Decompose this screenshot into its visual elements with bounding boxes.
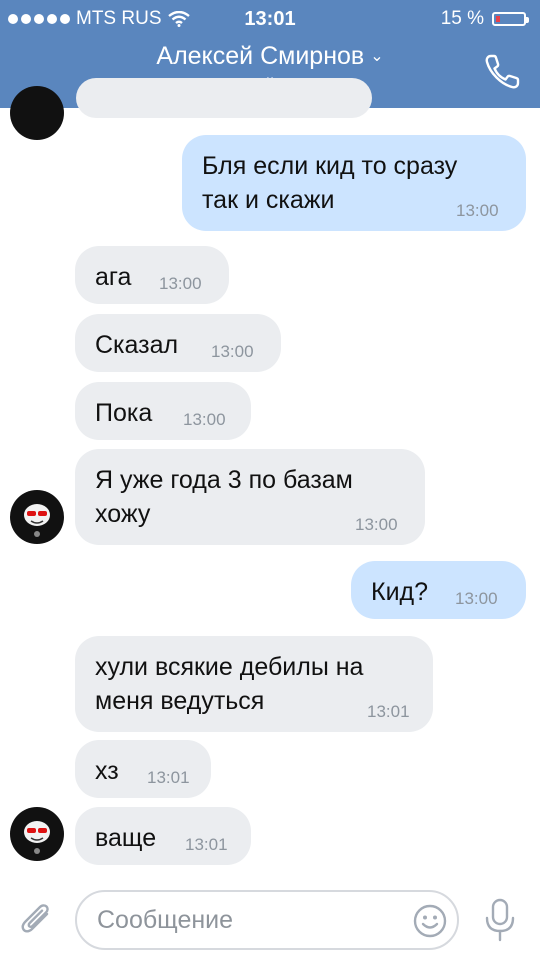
- paperclip-icon[interactable]: [20, 900, 56, 940]
- message-text: Бля если кид то сразу так и скажи: [202, 152, 458, 214]
- avatar[interactable]: [10, 807, 64, 861]
- contact-name[interactable]: Алексей Смирнов ⌄: [0, 42, 540, 71]
- message-list[interactable]: Бля если кид то сразу так и скажи 13:00 аг…: [0, 78, 540, 880]
- message-time: 13:01: [367, 702, 410, 721]
- message-time: 13:00: [456, 201, 499, 220]
- message-text: Кид?: [371, 578, 429, 606]
- status-bar: MTS RUS 13:01 15 %: [0, 0, 540, 36]
- message-text: хули всякие дебилы на меня ведуться: [95, 653, 364, 715]
- incoming-message[interactable]: ага 13:00: [75, 246, 229, 304]
- avatar-image: [24, 504, 50, 537]
- chevron-down-icon: ⌄: [370, 48, 384, 65]
- message-text: Я уже года 3 по базам хожу: [95, 466, 353, 528]
- compose-bar: Сообщение: [0, 880, 540, 960]
- phone-icon[interactable]: [482, 52, 522, 92]
- message-text: ваще: [95, 824, 157, 852]
- message-time: 13:00: [355, 515, 398, 534]
- battery-label: 15 %: [440, 8, 484, 29]
- message-text: ага: [95, 263, 132, 291]
- message-text: Пока: [95, 399, 153, 427]
- avatar[interactable]: [10, 490, 64, 544]
- incoming-message[interactable]: хз 13:01: [75, 740, 211, 798]
- incoming-message[interactable]: ваще 13:01: [75, 807, 251, 865]
- message-text: Сказал: [95, 331, 179, 359]
- incoming-message[interactable]: Сказал 13:00: [75, 314, 281, 372]
- input-placeholder: Сообщение: [97, 906, 234, 934]
- message-input[interactable]: Сообщение: [75, 890, 459, 950]
- message-time: 13:00: [455, 589, 498, 608]
- battery-icon: [492, 12, 529, 26]
- incoming-message[interactable]: Я уже года 3 по базам хожу 13:00: [75, 449, 425, 545]
- outgoing-message[interactable]: Бля если кид то сразу так и скажи 13:00: [182, 135, 526, 231]
- message-time: 13:00: [211, 342, 254, 361]
- avatar-image: [24, 821, 50, 854]
- message-time: 13:01: [147, 768, 190, 787]
- message-time: 13:00: [183, 410, 226, 429]
- microphone-icon[interactable]: [482, 898, 518, 942]
- incoming-message[interactable]: Пока 13:00: [75, 382, 251, 440]
- message-time: 13:00: [159, 274, 202, 293]
- message-bubble-cut: [76, 78, 372, 118]
- message-text: хз: [95, 757, 119, 785]
- outgoing-message[interactable]: Кид? 13:00: [351, 561, 526, 619]
- message-time: 13:01: [185, 835, 228, 854]
- smile-icon[interactable]: [413, 904, 447, 938]
- incoming-message[interactable]: хули всякие дебилы на меня ведуться 13:01: [75, 636, 433, 732]
- status-right: 15 %: [440, 8, 529, 30]
- avatar[interactable]: [10, 86, 64, 140]
